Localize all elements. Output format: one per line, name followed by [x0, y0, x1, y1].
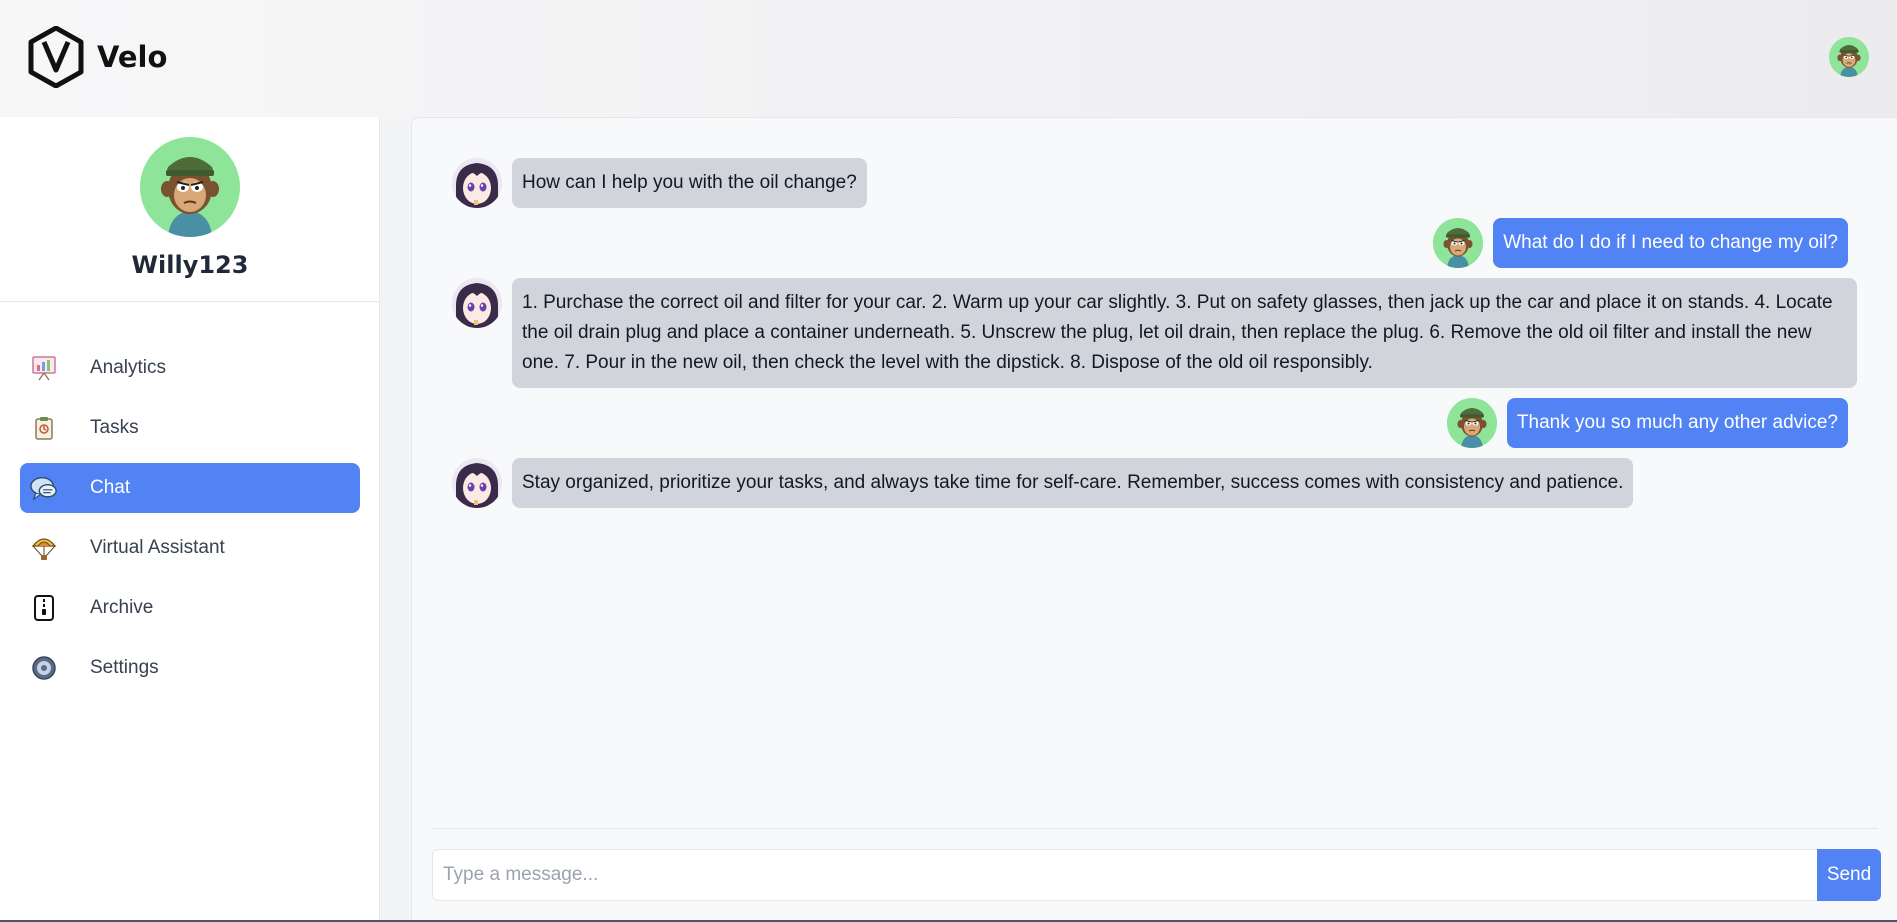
sidebar-item-tasks[interactable]: Tasks: [20, 403, 360, 453]
assistant-avatar: [452, 158, 502, 208]
sidebar-item-label: Virtual Assistant: [90, 537, 225, 558]
chat-message-bot: 1. Purchase the correct oil and filter f…: [452, 278, 1857, 388]
chat-panel: How can I help you with the oil change? …: [411, 117, 1897, 922]
profile-username: Willy123: [131, 251, 249, 279]
profile-divider: [0, 301, 380, 302]
chat-message-bot: Stay organized, prioritize your tasks, a…: [452, 458, 1634, 508]
app-header: Velo: [0, 0, 1897, 117]
analytics-board-icon: [30, 354, 58, 382]
sidebar-item-label: Tasks: [90, 417, 139, 438]
velo-logo-icon[interactable]: [28, 26, 84, 88]
chat-message-user: What do I do if I need to change my oil?: [1433, 218, 1848, 268]
assistant-avatar: [452, 278, 502, 328]
sidebar-item-archive[interactable]: Archive: [20, 583, 360, 633]
sidebar: Willy123 Analytics Tasks Chat Virtual As…: [0, 117, 380, 922]
sidebar-item-label: Analytics: [90, 357, 167, 378]
user-avatar: [1446, 398, 1497, 448]
sidebar-item-label: Chat: [90, 477, 131, 498]
composer-divider: [432, 828, 1878, 829]
chat-message-bot: How can I help you with the oil change?: [452, 158, 867, 208]
send-button[interactable]: Send: [1817, 849, 1881, 901]
message-bubble: 1. Purchase the correct oil and filter f…: [512, 278, 1857, 388]
archive-zipper-icon: [30, 594, 58, 622]
chat-message-user: Thank you so much any other advice?: [1446, 398, 1848, 448]
message-input[interactable]: [432, 849, 1818, 901]
sidebar-item-virtual-assistant[interactable]: Virtual Assistant: [20, 523, 360, 573]
sidebar-item-settings[interactable]: Settings: [20, 643, 360, 693]
sidebar-item-analytics[interactable]: Analytics: [20, 343, 360, 393]
assistant-avatar: [452, 458, 502, 508]
tasks-clipboard-icon: [30, 414, 58, 442]
sidebar-item-label: Archive: [90, 597, 154, 618]
profile-avatar[interactable]: [140, 137, 240, 237]
message-bubble: What do I do if I need to change my oil?: [1493, 218, 1848, 268]
message-bubble: Stay organized, prioritize your tasks, a…: [512, 458, 1634, 508]
message-bubble: Thank you so much any other advice?: [1506, 398, 1848, 448]
parachute-icon: [30, 534, 58, 562]
user-avatar-icon[interactable]: [1829, 37, 1869, 77]
user-avatar: [1433, 218, 1484, 268]
sidebar-item-chat[interactable]: Chat: [20, 463, 360, 513]
sidebar-item-label: Settings: [90, 657, 159, 678]
message-bubble: How can I help you with the oil change?: [512, 158, 867, 208]
sidebar-nav: Analytics Tasks Chat Virtual Assistant A…: [20, 343, 360, 703]
gear-icon: [30, 654, 58, 682]
chat-bubbles-icon: [30, 474, 58, 502]
brand-name: Velo: [97, 40, 168, 74]
